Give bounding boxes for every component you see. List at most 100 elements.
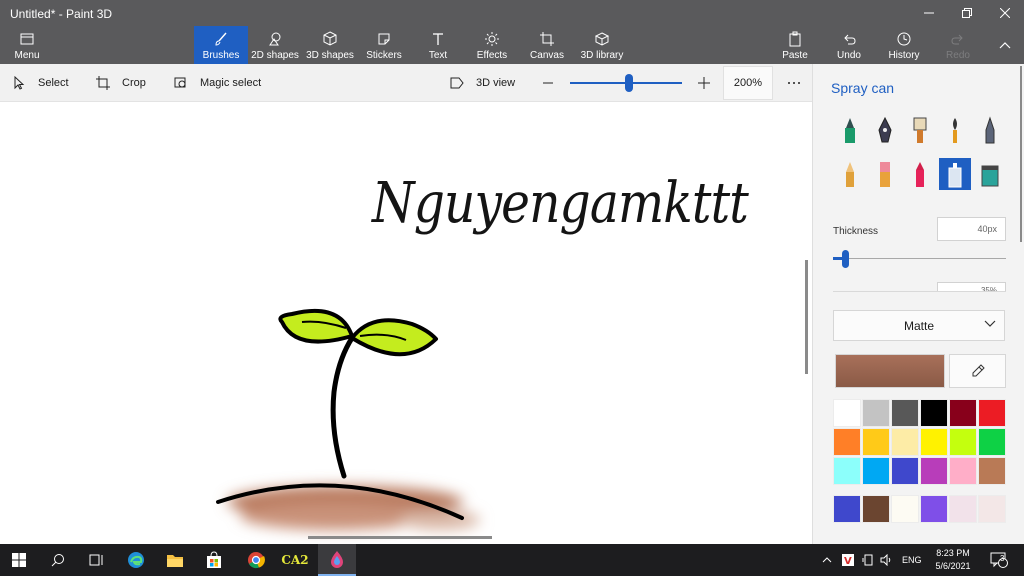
zoom-out-button[interactable]: [541, 64, 555, 102]
clock[interactable]: 8:23 PM 5/6/2021: [928, 547, 978, 573]
eyedropper-button[interactable]: [949, 354, 1006, 388]
color-swatch[interactable]: [891, 428, 919, 456]
tab-stickers[interactable]: Stickers: [357, 26, 411, 64]
paste-button[interactable]: Paste: [768, 26, 822, 64]
notification-count: 3: [1000, 554, 1005, 563]
custom-color-swatch[interactable]: [949, 495, 977, 523]
color-swatch[interactable]: [949, 457, 977, 485]
brush-fill[interactable]: [974, 158, 1006, 190]
color-swatch[interactable]: [920, 457, 948, 485]
tab-3d-library[interactable]: 3D library: [574, 26, 630, 64]
brush-pixel-pen[interactable]: [974, 114, 1006, 146]
brush-eraser[interactable]: [869, 158, 901, 190]
history-button[interactable]: History: [877, 26, 931, 64]
chrome-app[interactable]: [237, 544, 275, 576]
color-swatch[interactable]: [862, 428, 890, 456]
more-options-button[interactable]: [787, 64, 801, 102]
custom-color-swatch[interactable]: [920, 495, 948, 523]
device-icon: [862, 554, 873, 566]
zoom-in-button[interactable]: [697, 64, 711, 102]
device-tray[interactable]: [862, 544, 874, 576]
current-color-swatch[interactable]: [835, 354, 945, 388]
color-swatch[interactable]: [949, 428, 977, 456]
folder-icon: [20, 33, 34, 45]
crop-tool[interactable]: Crop: [96, 64, 146, 102]
window-title: Untitled* - Paint 3D: [10, 7, 113, 21]
store-app[interactable]: [195, 544, 233, 576]
pixel-pen-icon: [985, 116, 995, 144]
thickness-label: Thickness: [833, 226, 879, 237]
paint3d-app[interactable]: [318, 544, 356, 576]
brush-watercolor[interactable]: [939, 114, 971, 146]
color-swatch[interactable]: [862, 399, 890, 427]
custom-color-swatch[interactable]: [891, 495, 919, 523]
color-swatch[interactable]: [833, 457, 861, 485]
tab-effects[interactable]: Effects: [465, 26, 519, 64]
canvas-vertical-scrollbar[interactable]: [805, 260, 808, 374]
maximize-button[interactable]: [948, 0, 986, 26]
color-swatch[interactable]: [978, 399, 1006, 427]
close-button[interactable]: [986, 0, 1024, 26]
brush-spray-can[interactable]: [939, 158, 971, 190]
tab-3d-shapes[interactable]: 3D shapes: [303, 26, 357, 64]
language-indicator[interactable]: ENG: [902, 544, 922, 576]
tab-brushes[interactable]: Brushes: [194, 26, 248, 64]
menu-button[interactable]: Menu: [0, 26, 54, 64]
thickness-slider-thumb[interactable]: [842, 250, 849, 268]
search-button[interactable]: [39, 544, 77, 576]
color-swatch[interactable]: [949, 399, 977, 427]
redo-button[interactable]: Redo: [931, 26, 985, 64]
color-palette: [833, 399, 1007, 487]
magic-select-tool[interactable]: Magic select: [174, 64, 261, 102]
undo-label: Undo: [837, 50, 861, 61]
brush-crayon[interactable]: [904, 158, 936, 190]
panel-scrollbar[interactable]: [1020, 66, 1022, 242]
color-swatch[interactable]: [891, 399, 919, 427]
tab-text[interactable]: Text: [411, 26, 465, 64]
notification-icon: [990, 552, 1008, 568]
color-swatch[interactable]: [862, 457, 890, 485]
color-swatch[interactable]: [978, 428, 1006, 456]
custom-color-swatch[interactable]: [978, 495, 1006, 523]
start-button[interactable]: [0, 544, 38, 576]
color-swatch[interactable]: [833, 428, 861, 456]
file-explorer-app[interactable]: [156, 544, 194, 576]
color-swatch[interactable]: [891, 457, 919, 485]
volume-tray[interactable]: [880, 544, 894, 576]
custom-color-swatch[interactable]: [862, 495, 890, 523]
undo-button[interactable]: Undo: [822, 26, 876, 64]
thickness-slider-track[interactable]: [833, 258, 1006, 259]
color-swatch[interactable]: [978, 457, 1006, 485]
3d-view-toggle[interactable]: 3D view: [450, 64, 515, 102]
zoom-level[interactable]: 200%: [723, 66, 773, 100]
tab-2d-shapes[interactable]: 2D shapes: [248, 26, 302, 64]
brush-calligraphy-pen[interactable]: [869, 114, 901, 146]
drawing-canvas[interactable]: Nguyengamkttt: [0, 102, 812, 544]
edge-app[interactable]: [117, 544, 155, 576]
show-hidden-icons-button[interactable]: [822, 544, 832, 576]
crayon-icon: [916, 162, 924, 187]
brush-oil[interactable]: [904, 114, 936, 146]
color-swatch[interactable]: [920, 428, 948, 456]
canvas-horizontal-scrollbar[interactable]: [308, 536, 492, 539]
minimize-button[interactable]: [910, 0, 948, 26]
vivaldi-tray[interactable]: V: [842, 544, 854, 576]
thickness-input[interactable]: 40px: [937, 217, 1006, 241]
brush-marker[interactable]: [834, 114, 866, 146]
store-icon: [207, 551, 221, 568]
ca2-app[interactable]: CA2: [276, 544, 314, 576]
color-swatch[interactable]: [833, 399, 861, 427]
magic-select-icon: [174, 77, 186, 88]
brush-pencil[interactable]: [834, 158, 866, 190]
finish-value: Matte: [903, 318, 934, 333]
finish-dropdown[interactable]: Matte: [833, 310, 1005, 341]
task-view-button[interactable]: [78, 544, 116, 576]
custom-color-swatch[interactable]: [833, 495, 861, 523]
color-swatch[interactable]: [920, 399, 948, 427]
select-tool[interactable]: Select: [12, 64, 69, 102]
zoom-slider-thumb[interactable]: [625, 74, 633, 92]
title-bar: Untitled* - Paint 3D: [0, 0, 1024, 26]
collapse-ribbon-button[interactable]: [986, 32, 1024, 58]
notifications-button[interactable]: 3: [990, 544, 1008, 576]
tab-canvas[interactable]: Canvas: [520, 26, 574, 64]
